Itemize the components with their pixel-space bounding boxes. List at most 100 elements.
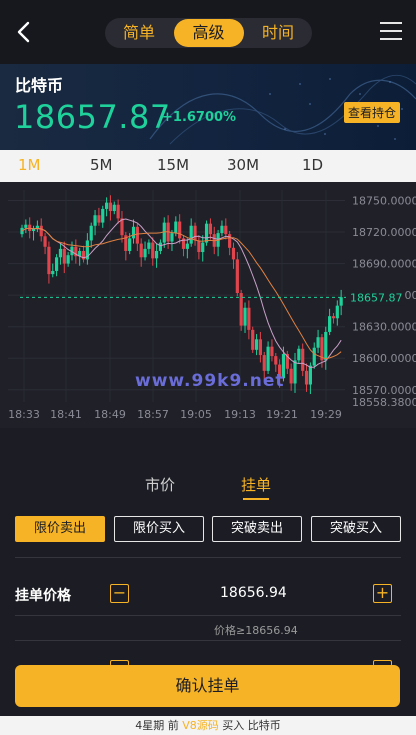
view-holdings-button[interactable]: 查看持仓 <box>343 102 400 123</box>
divider <box>15 557 401 558</box>
y-tick-label: 18690.0000 <box>352 258 416 271</box>
candle-body <box>58 248 63 258</box>
timeframe-30m[interactable]: 30M <box>227 156 259 174</box>
candle-body <box>147 242 151 249</box>
candle-body <box>112 204 116 212</box>
candle-body <box>135 226 139 244</box>
candle-body <box>154 250 159 259</box>
candle-body <box>20 227 24 235</box>
candle-body <box>43 236 47 247</box>
candle-body <box>312 347 316 366</box>
ticker-action: 买入 比特币 <box>222 719 281 732</box>
candle-body <box>101 208 105 223</box>
candle-body <box>301 348 305 371</box>
candle-body <box>316 337 320 348</box>
coin-name: 比特币 <box>15 76 64 95</box>
breakout-buy-button[interactable]: 突破买入 <box>311 516 401 542</box>
candle-body <box>28 224 32 232</box>
candle-body <box>189 225 193 244</box>
candle-body <box>128 238 132 251</box>
candle-body <box>258 339 263 356</box>
x-tick-label: 19:05 <box>180 408 212 421</box>
tab-simple[interactable]: 简单 <box>109 19 169 47</box>
x-tick-label: 19:13 <box>224 408 256 421</box>
confirm-order-button[interactable]: 确认挂单 <box>15 665 400 707</box>
price-decrease-button[interactable]: − <box>110 584 129 603</box>
top-nav: 简单 高级 时间 <box>0 0 416 64</box>
candle-body <box>158 242 163 251</box>
candle-body <box>297 348 301 361</box>
trading-app: 简单 高级 时间 比特币 18657.87 +1.6700% 查看持仓 1M 5… <box>0 0 416 735</box>
candle-body <box>62 248 66 264</box>
price-banner: 比特币 18657.87 +1.6700% 查看持仓 <box>0 64 416 150</box>
pending-price-row: 挂单价格 − 18656.94 + <box>15 582 401 606</box>
tab-time[interactable]: 时间 <box>248 19 308 47</box>
candle-body <box>208 223 213 235</box>
price-change: +1.6700% <box>162 110 237 125</box>
y-tick-label: 18630.0000 <box>352 321 416 334</box>
tab-pending[interactable]: 挂单 <box>241 474 271 495</box>
timeframe-5m[interactable]: 5M <box>90 156 113 174</box>
candle-body <box>239 293 243 326</box>
candle-body <box>262 355 266 371</box>
limit-sell-button[interactable]: 限价卖出 <box>15 516 105 542</box>
candle-body <box>304 370 309 385</box>
limit-buy-button[interactable]: 限价买入 <box>114 516 204 542</box>
candle-body <box>251 329 255 350</box>
menu-icon[interactable] <box>380 22 402 42</box>
y-tick-label: 18600.0000 <box>352 352 416 365</box>
y-tick-label: 18720.0000 <box>352 226 416 239</box>
activity-ticker: 4星期 前 V8源码 买入 比特币 <box>0 716 416 735</box>
chart-canvas: 18750.000018720.000018690.000018660.0000… <box>8 190 416 421</box>
timeframe-1m[interactable]: 1M <box>18 156 41 174</box>
candle-body <box>293 360 297 384</box>
candle-body <box>231 247 236 260</box>
candle-body <box>93 215 97 226</box>
candle-body <box>131 226 136 239</box>
price-increase-button[interactable]: + <box>373 584 392 603</box>
ticker-time: 4星期 前 <box>135 719 179 732</box>
candle-body <box>24 224 28 228</box>
divider <box>15 615 401 616</box>
candle-body <box>220 225 224 234</box>
candle-body <box>204 223 209 243</box>
candle-body <box>228 234 232 248</box>
candle-body <box>89 225 93 241</box>
candle-body <box>247 307 251 330</box>
candle-body <box>143 248 147 258</box>
candle-body <box>97 215 101 223</box>
candlestick-chart[interactable]: 18750.000018720.000018690.000018660.0000… <box>0 182 416 428</box>
ma-line-long <box>21 227 342 360</box>
candle-body <box>51 270 55 275</box>
tab-advanced[interactable]: 高级 <box>173 19 244 47</box>
candle-body <box>201 242 205 253</box>
breakout-sell-button[interactable]: 突破卖出 <box>212 516 302 542</box>
active-tab-underline <box>243 498 269 500</box>
x-tick-label: 18:41 <box>50 408 82 421</box>
candle-body <box>328 316 332 332</box>
candle-body <box>324 331 328 361</box>
current-price-label: 18657.87 <box>350 291 403 304</box>
ticker-user: V8源码 <box>182 719 219 732</box>
candle-body <box>139 243 143 258</box>
price-hint: 价格≥18656.94 <box>214 624 298 637</box>
candle-body <box>308 365 312 385</box>
timeframe-15m[interactable]: 15M <box>157 156 189 174</box>
candle-body <box>339 297 343 306</box>
candle-body <box>151 242 155 259</box>
chart-watermark: www.99k9.net <box>135 371 285 391</box>
x-tick-label: 19:21 <box>266 408 298 421</box>
candle-body <box>162 222 166 243</box>
ma-line-short <box>21 218 342 368</box>
back-arrow-icon[interactable] <box>12 18 38 46</box>
timeframe-1d[interactable]: 1D <box>302 156 323 174</box>
pending-price-value[interactable]: 18656.94 <box>220 585 287 601</box>
pending-price-label: 挂单价格 <box>15 588 71 604</box>
x-tick-label: 18:49 <box>94 408 126 421</box>
tab-market[interactable]: 市价 <box>145 474 175 495</box>
mode-switch: 简单 高级 时间 <box>105 18 312 48</box>
y-tick-label: 18558.3800 <box>352 396 416 409</box>
candle-body <box>266 346 270 371</box>
order-tabs: 市价 挂单 <box>0 468 416 502</box>
x-tick-label: 18:33 <box>8 408 40 421</box>
